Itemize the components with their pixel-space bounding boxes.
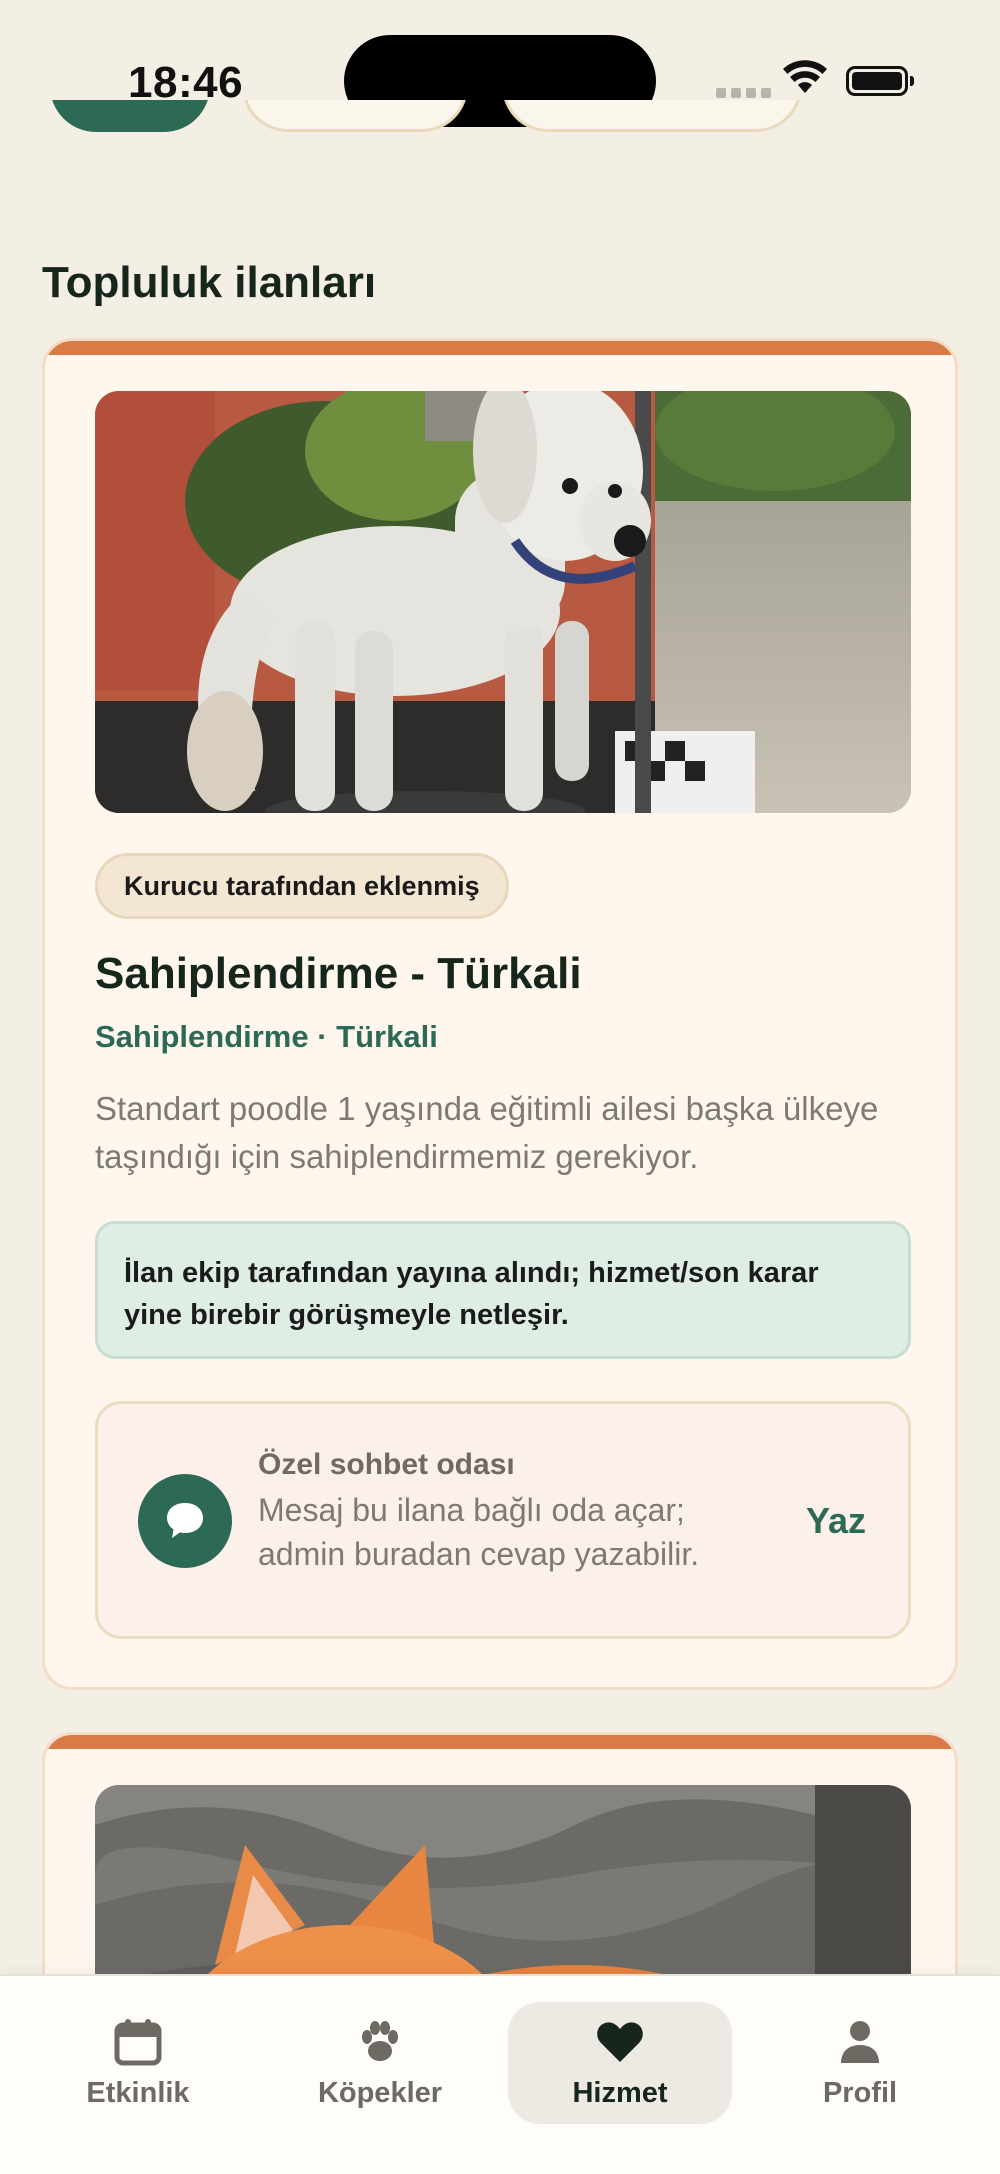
battery-icon [846,66,914,96]
listing-card[interactable]: Kurucu tarafından eklenmiş Sahiplendirme… [42,338,958,1690]
cellular-signal-icon [716,88,771,98]
filter-chip[interactable] [502,100,802,132]
private-chat-box[interactable]: Özel sohbet odası Mesaj bu ilana bağlı o… [95,1401,911,1639]
filter-chip[interactable] [50,100,210,132]
calendar-icon [114,2018,162,2065]
listing-photo [95,391,911,813]
person-icon [841,2020,879,2063]
heart-icon [597,2021,643,2062]
tab-label: Etkinlik [86,2076,190,2109]
status-badge: Kurucu tarafından eklenmiş [95,853,509,919]
chat-description: Mesaj bu ilana bağlı oda açar; admin bur… [258,1492,700,1572]
section-title: Topluluk ilanları [42,258,377,307]
tab-hizmet[interactable]: Hizmet [508,2002,732,2124]
chat-bubble-icon [138,1474,232,1568]
tab-label: Profil [822,2076,898,2109]
listing-title: Sahiplendirme - Türkali [95,949,582,998]
tab-etkinlik[interactable]: Etkinlik [26,2002,250,2124]
write-message-button[interactable]: Yaz [806,1500,866,1542]
paw-icon [362,2020,398,2061]
tab-bar: Etkinlik Köpekler Hizmet Profil [0,1974,1000,2174]
listing-description: Standart poodle 1 yaşında eğitimli ailes… [95,1090,879,1175]
tab-profil[interactable]: Profil [748,2002,972,2124]
listing-subtitle: Sahiplendirme · Türkali [95,1019,438,1054]
wifi-icon [783,60,827,93]
tab-label: Hizmet [572,2076,668,2109]
tab-kopekler[interactable]: Köpekler [268,2002,492,2124]
listing-notice: İlan ekip tarafından yayına alındı; hizm… [95,1221,911,1359]
tab-label: Köpekler [317,2076,443,2109]
chat-title: Özel sohbet odası [258,1448,515,1481]
filter-chip[interactable] [242,100,468,132]
